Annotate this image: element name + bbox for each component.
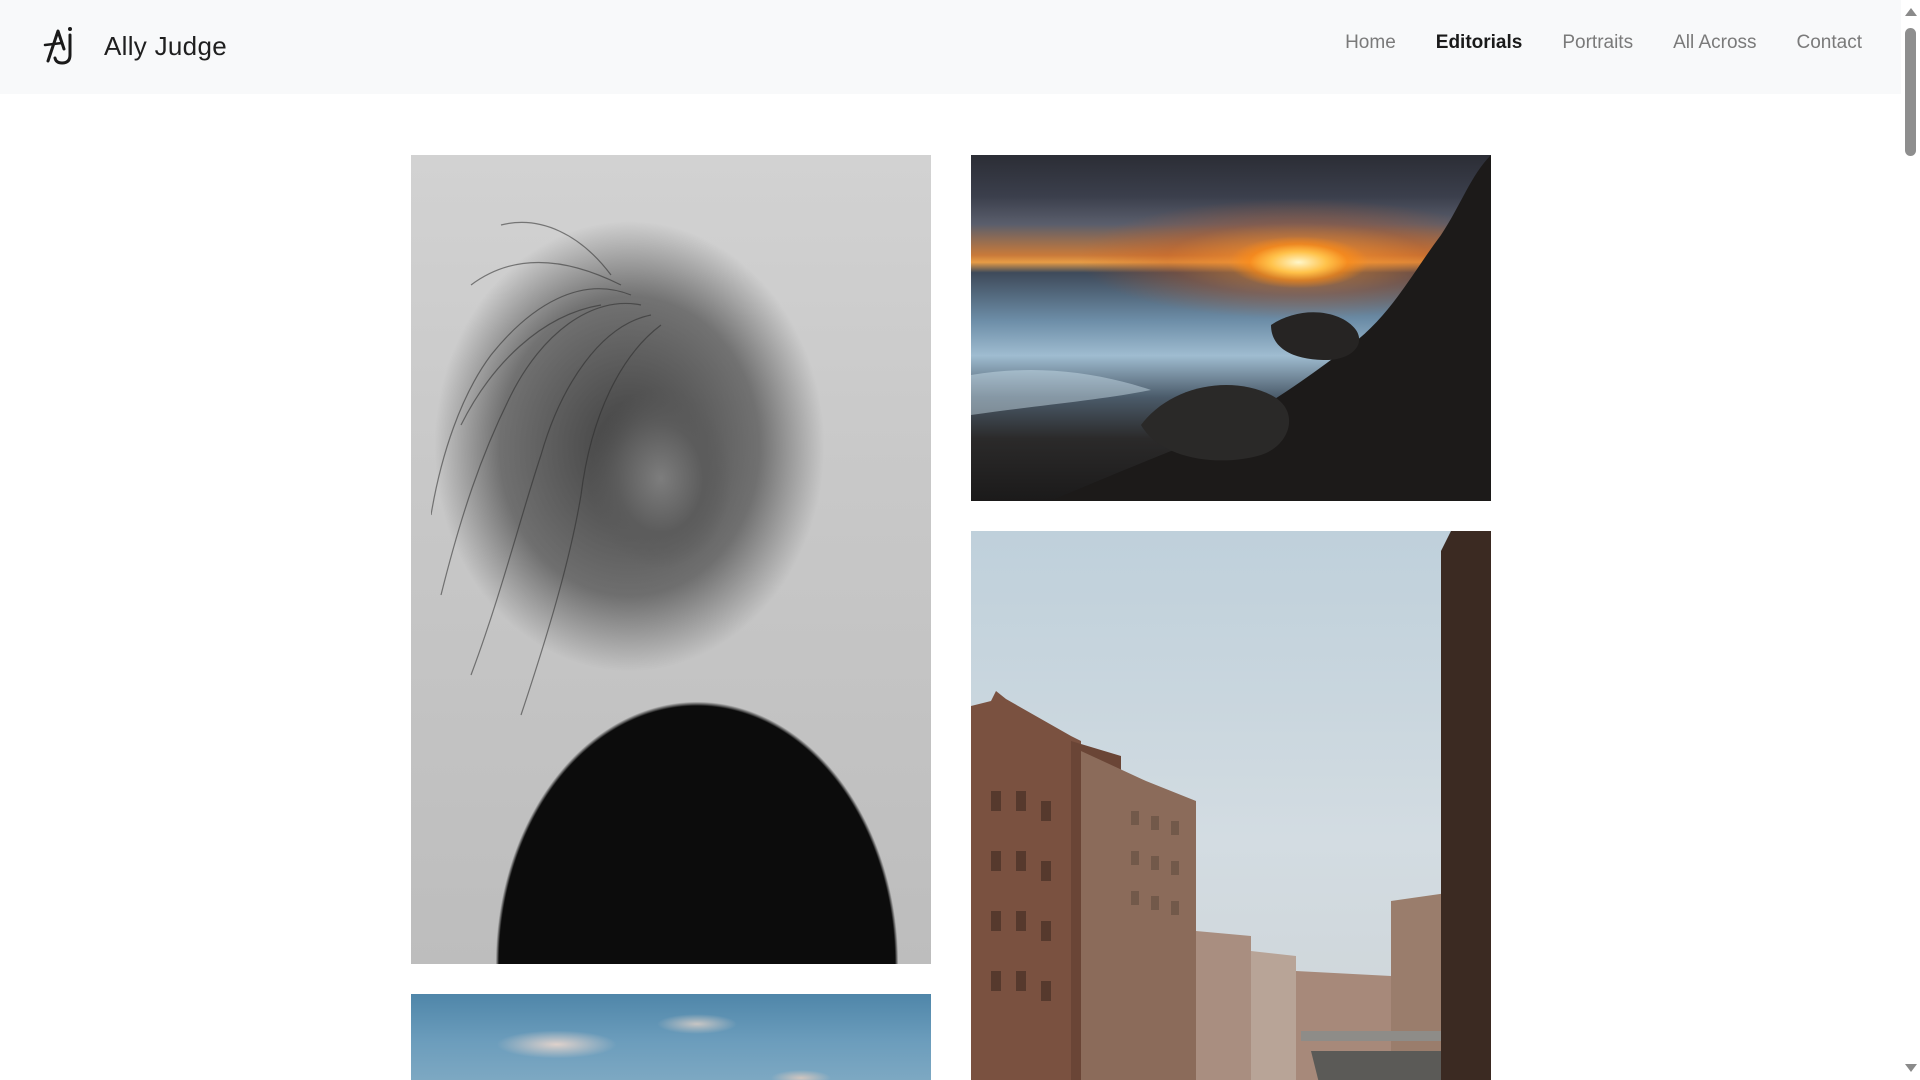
gallery-photo-sunset-coast[interactable]	[971, 155, 1491, 501]
gallery-photo-sky[interactable]	[411, 994, 931, 1080]
hair-strands-decoration	[431, 221, 662, 716]
scroll-thumb[interactable]	[1905, 28, 1916, 156]
nav-item-all-across[interactable]: All Across	[1673, 32, 1756, 54]
canal-buildings-decoration	[971, 531, 1491, 1080]
scroll-up-arrow-icon[interactable]	[1905, 8, 1917, 16]
nav-item-portraits[interactable]: Portraits	[1562, 32, 1633, 54]
brand[interactable]: Ally Judge	[42, 24, 227, 68]
main-nav: Home Editorials Portraits All Across Con…	[1305, 32, 1862, 54]
site-header: Ally Judge Home Editorials Portraits All…	[0, 0, 1901, 94]
nav-item-editorials[interactable]: Editorials	[1436, 32, 1523, 54]
aj-monogram-logo-icon[interactable]	[42, 25, 80, 67]
site-title[interactable]: Ally Judge	[104, 31, 227, 62]
scroll-down-arrow-icon[interactable]	[1905, 1064, 1917, 1072]
rocky-cliff-decoration	[971, 155, 1491, 501]
gallery-photo-canal-warehouses[interactable]	[971, 531, 1491, 1080]
page-viewport: Ally Judge Home Editorials Portraits All…	[0, 0, 1901, 1080]
vertical-scrollbar[interactable]	[1901, 0, 1920, 1080]
gallery-photo-portrait[interactable]	[411, 155, 931, 964]
nav-item-home[interactable]: Home	[1345, 32, 1396, 54]
nav-item-contact[interactable]: Contact	[1797, 32, 1862, 54]
